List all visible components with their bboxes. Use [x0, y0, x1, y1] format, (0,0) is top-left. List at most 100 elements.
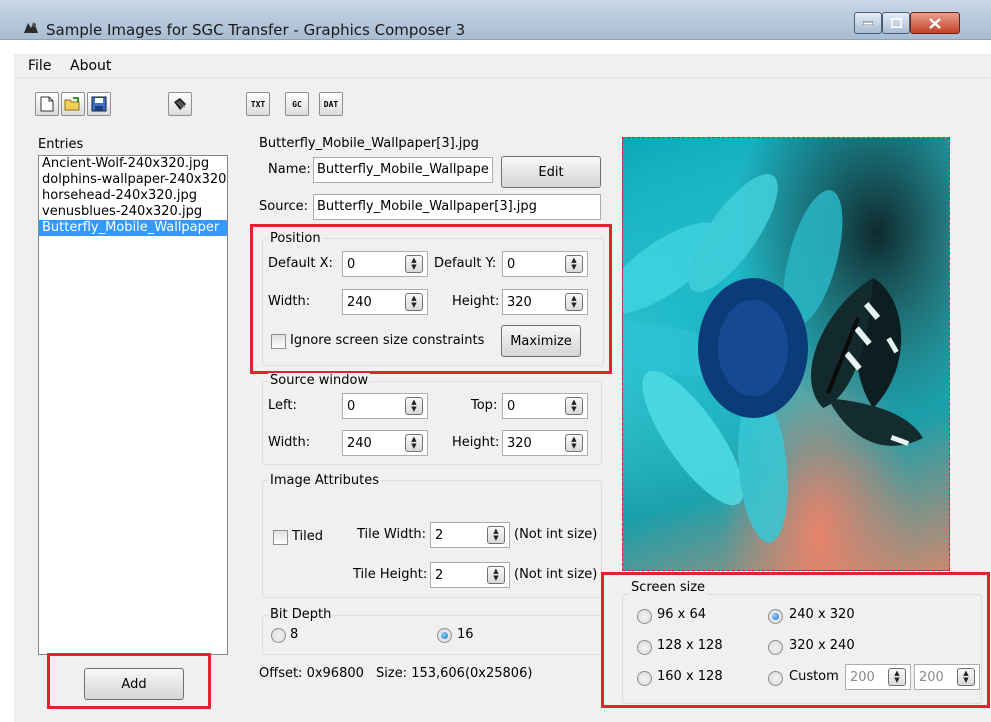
screen-128x128-radio[interactable]	[637, 640, 652, 655]
memory-chip-icon	[174, 98, 186, 110]
minimize-icon	[863, 21, 873, 25]
name-input[interactable]: Butterfly_Mobile_Wallpape	[313, 157, 493, 183]
window-title: Sample Images for SGC Transfer - Graphic…	[46, 21, 466, 39]
screen-96x64-label: 96 x 64	[657, 607, 707, 622]
txt-file-icon: TXT	[250, 99, 266, 109]
maximize-size-button[interactable]: Maximize	[501, 325, 581, 357]
default-y-spinner[interactable]: 0 ▲ ▼	[502, 251, 588, 277]
source-height-spinner[interactable]: 320 ▲ ▼	[502, 430, 588, 456]
list-item[interactable]: Ancient-Wolf-240x320.jpg	[39, 156, 227, 172]
gc-file-icon: GC	[292, 99, 302, 109]
export-dat-button[interactable]: DAT	[319, 92, 343, 116]
source-input[interactable]: Butterfly_Mobile_Wallpaper[3].jpg	[313, 194, 601, 220]
custom-height-spinner[interactable]: 200 ▲ ▼	[914, 664, 980, 690]
size-text: Size: 153,606(0x25806)	[376, 666, 533, 681]
offset-text: Offset: 0x96800	[259, 666, 364, 681]
maximize-button-label: Maximize	[510, 333, 572, 349]
screen-size-title: Screen size	[629, 580, 708, 595]
spin-arrows-icon[interactable]: ▲ ▼	[405, 255, 423, 273]
spin-arrows-icon[interactable]: ▲ ▼	[487, 526, 505, 544]
maximize-button[interactable]	[882, 12, 910, 34]
position-group-title: Position	[268, 231, 323, 246]
new-file-button[interactable]	[35, 92, 59, 116]
spin-arrows-icon[interactable]: ▲ ▼	[405, 397, 423, 415]
default-x-label: Default X:	[268, 256, 333, 271]
screen-160x128-label: 160 x 128	[657, 669, 723, 684]
save-button[interactable]	[87, 92, 111, 116]
tile-height-label: Tile Height:	[353, 567, 428, 582]
screen-160x128-radio[interactable]	[637, 671, 652, 686]
image-attributes-title: Image Attributes	[268, 473, 382, 488]
list-item[interactable]: venusblues-240x320.jpg	[39, 204, 227, 220]
minimize-button[interactable]	[854, 12, 882, 34]
bit-depth-8-radio[interactable]	[271, 628, 286, 643]
spin-arrows-icon[interactable]: ▲ ▼	[487, 566, 505, 584]
title-bar[interactable]: Sample Images for SGC Transfer - Graphic…	[0, 0, 991, 40]
screen-128x128-label: 128 x 128	[657, 638, 723, 653]
spin-arrows-icon[interactable]: ▲ ▼	[405, 293, 423, 311]
maximize-icon	[890, 18, 902, 28]
open-folder-button[interactable]	[61, 92, 85, 116]
screen-320x240-radio[interactable]	[768, 640, 783, 655]
add-button[interactable]: Add	[84, 668, 184, 700]
entries-list[interactable]: Ancient-Wolf-240x320.jpg dolphins-wallpa…	[38, 155, 228, 655]
tile-height-spinner[interactable]: 2 ▲ ▼	[430, 562, 510, 588]
dat-file-icon: DAT	[323, 99, 339, 109]
list-item-selected[interactable]: Butterfly_Mobile_Wallpaper	[39, 220, 227, 236]
ignore-constraints-checkbox[interactable]	[271, 334, 286, 349]
file-name-heading: Butterfly_Mobile_Wallpaper[3].jpg	[259, 136, 479, 151]
source-left-spinner[interactable]: 0 ▲ ▼	[342, 393, 428, 419]
spin-arrows-icon[interactable]: ▲ ▼	[405, 434, 423, 452]
spin-arrows-icon[interactable]: ▲ ▼	[565, 255, 583, 273]
spin-arrows-icon[interactable]: ▲ ▼	[565, 293, 583, 311]
transfer-device-button[interactable]	[168, 92, 192, 116]
spin-arrows-icon[interactable]: ▲ ▼	[888, 668, 906, 686]
app-logo-icon	[24, 22, 38, 33]
spin-arrows-icon[interactable]: ▲ ▼	[565, 397, 583, 415]
screen-240x320-radio[interactable]	[768, 609, 783, 624]
new-file-icon	[40, 96, 54, 112]
menu-about[interactable]: About	[70, 58, 111, 74]
source-width-label: Width:	[268, 435, 311, 450]
spin-arrows-icon[interactable]: ▲ ▼	[565, 434, 583, 452]
height-spinner[interactable]: 320 ▲ ▼	[502, 289, 588, 315]
source-top-spinner[interactable]: 0 ▲ ▼	[502, 393, 588, 419]
custom-width-spinner[interactable]: 200 ▲ ▼	[845, 664, 911, 690]
image-preview	[622, 137, 950, 571]
source-top-label: Top:	[471, 398, 498, 413]
tile-width-spinner[interactable]: 2 ▲ ▼	[430, 522, 510, 548]
bit-depth-title: Bit Depth	[268, 607, 334, 622]
toolbar: TXT GC DAT	[14, 78, 991, 124]
spin-arrows-icon[interactable]: ▲ ▼	[957, 668, 975, 686]
butterfly-flower-image-icon	[623, 174, 923, 543]
menu-bar: File About	[14, 54, 991, 78]
source-left-label: Left:	[268, 398, 297, 413]
source-width-spinner[interactable]: 240 ▲ ▼	[342, 430, 428, 456]
tile-width-note: (Not int size)	[514, 527, 598, 542]
tile-height-note: (Not int size)	[514, 567, 598, 582]
screen-custom-radio[interactable]	[768, 671, 783, 686]
default-x-spinner[interactable]: 0 ▲ ▼	[342, 251, 428, 277]
close-button[interactable]	[910, 12, 960, 34]
tiled-checkbox[interactable]	[273, 530, 288, 545]
list-item[interactable]: horsehead-240x320.jpg	[39, 188, 227, 204]
add-button-label: Add	[121, 676, 147, 692]
screen-240x320-label: 240 x 320	[789, 607, 855, 622]
edit-button[interactable]: Edit	[501, 156, 601, 188]
edit-button-label: Edit	[538, 164, 564, 180]
bit-depth-8-label: 8	[290, 627, 299, 642]
source-label: Source:	[259, 199, 309, 214]
bit-depth-16-radio[interactable]	[437, 628, 452, 643]
screen-96x64-radio[interactable]	[637, 609, 652, 624]
list-item[interactable]: dolphins-wallpaper-240x320	[39, 172, 227, 188]
source-window-title: Source window	[268, 373, 371, 388]
width-label: Width:	[268, 294, 311, 309]
menu-file[interactable]: File	[28, 58, 51, 74]
source-height-label: Height:	[452, 435, 500, 450]
open-folder-icon	[64, 97, 80, 111]
export-gc-button[interactable]: GC	[285, 92, 309, 116]
screen-320x240-label: 320 x 240	[789, 638, 855, 653]
export-txt-button[interactable]: TXT	[246, 92, 270, 116]
name-label: Name:	[268, 162, 311, 177]
width-spinner[interactable]: 240 ▲ ▼	[342, 289, 428, 315]
